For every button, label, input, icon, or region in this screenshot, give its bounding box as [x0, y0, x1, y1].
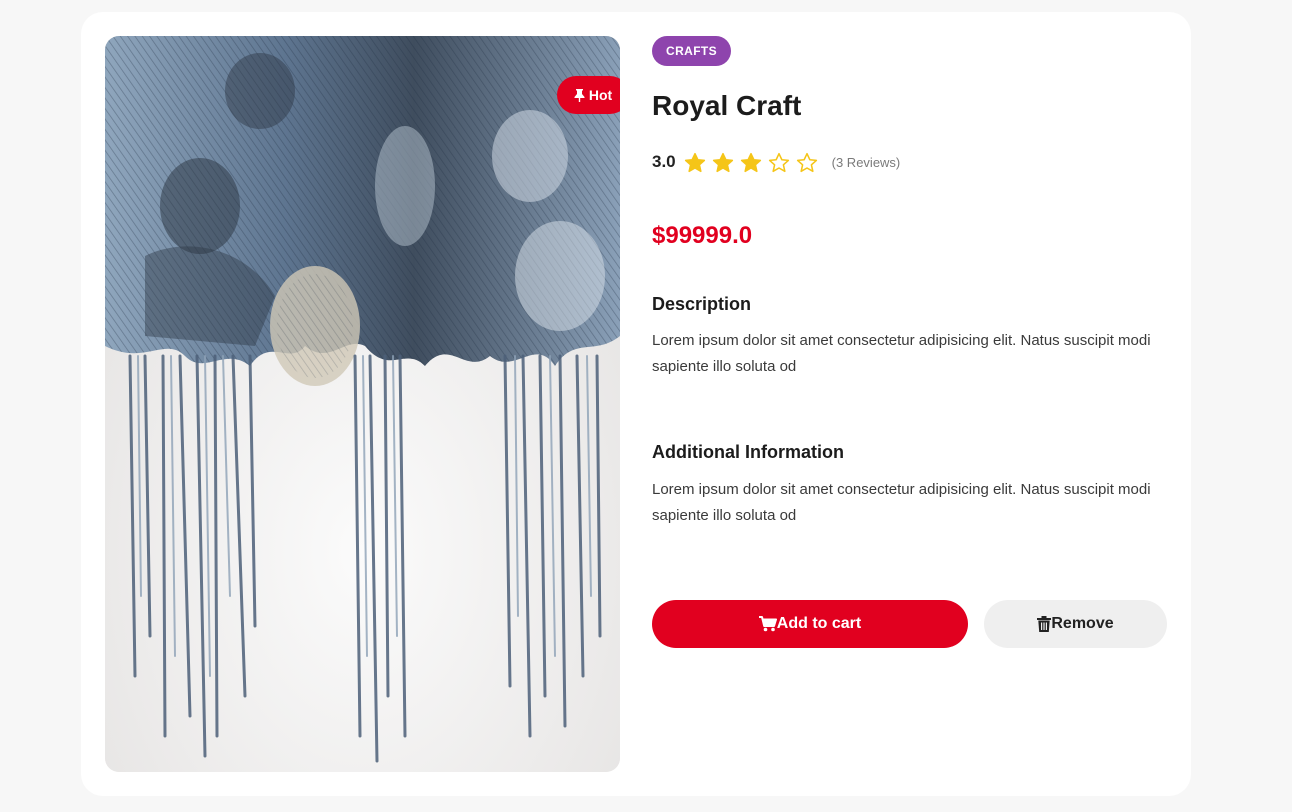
description-text: Lorem ipsum dolor sit amet consectetur a… — [652, 332, 1151, 375]
rating-value: 3.0 — [652, 152, 676, 171]
description-heading: Description — [652, 294, 752, 314]
star-filled-icon — [740, 152, 762, 173]
category-badge[interactable]: CRAFTS — [652, 36, 732, 66]
hot-badge-label: Hot — [588, 87, 613, 103]
trash-icon — [1037, 616, 1052, 632]
star-outline-icon — [768, 152, 790, 173]
pin-icon — [574, 88, 585, 102]
reviews-count[interactable]: (3 Reviews) — [832, 155, 901, 170]
add-to-cart-button[interactable]: Add to cart — [652, 600, 968, 648]
additional-info-text: Lorem ipsum dolor sit amet consectetur a… — [652, 481, 1151, 524]
cart-icon — [758, 616, 777, 632]
product-image: Hot — [105, 36, 620, 772]
hot-badge: Hot — [557, 76, 620, 114]
product-photo — [105, 36, 620, 772]
additional-info-heading: Additional Information — [652, 442, 844, 462]
remove-button[interactable]: Remove — [984, 600, 1167, 648]
star-outline-icon — [796, 152, 818, 173]
star-filled-icon — [712, 152, 734, 173]
star-filled-icon — [684, 152, 706, 173]
rating: 3.0 (3 Reviews) — [652, 148, 900, 176]
rating-stars — [684, 152, 818, 173]
remove-label: Remove — [1051, 615, 1114, 632]
add-to-cart-label: Add to cart — [776, 615, 862, 632]
product-title: Royal Craft — [652, 90, 802, 121]
product-price: $99999.0 — [652, 222, 753, 249]
product-card: Hot CRAFTS Royal Craft 3.0 (3 Reviews) $… — [81, 12, 1191, 796]
